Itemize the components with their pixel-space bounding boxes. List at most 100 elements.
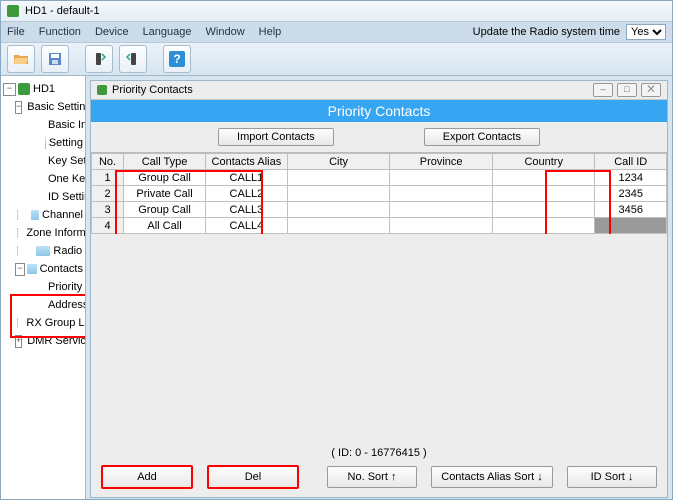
panel-actions: Import Contacts Export Contacts [91, 122, 667, 153]
add-button[interactable]: Add [101, 465, 193, 489]
collapse-icon[interactable]: − [15, 263, 25, 276]
contacts-grid[interactable]: No. Call Type Contacts Alias City Provin… [91, 153, 667, 234]
menu-function[interactable]: Function [39, 26, 81, 38]
no-sort-button[interactable]: No. Sort ↑ [327, 466, 417, 488]
help-button[interactable]: ? [163, 45, 191, 73]
id-sort-button[interactable]: ID Sort ↓ [567, 466, 657, 488]
cell-country[interactable] [492, 202, 595, 218]
cell-city[interactable] [287, 218, 390, 234]
tree-dmr-service[interactable]: +DMR Service [1, 332, 85, 350]
main-area: Priority Contacts – □ ⨉ Priority Contact… [86, 76, 672, 500]
col-country[interactable]: Country [492, 154, 595, 170]
cell-province[interactable] [390, 170, 493, 186]
tree-key-setting[interactable]: Key Setting [1, 152, 85, 170]
panel-icon [97, 85, 107, 95]
col-contacts-alias[interactable]: Contacts Alias [205, 154, 287, 170]
cell-no: 3 [92, 202, 124, 218]
tree-id-setting[interactable]: ID Setting [1, 188, 85, 206]
tree-basic-information[interactable]: Basic Information [1, 116, 85, 134]
menu-help[interactable]: Help [259, 26, 282, 38]
table-row[interactable]: 4All CallCALL4 [92, 218, 667, 234]
tree-basic-setting[interactable]: −Basic Setting [1, 98, 85, 116]
expand-icon[interactable]: + [15, 335, 22, 348]
read-radio-button[interactable] [85, 45, 113, 73]
cell-city[interactable] [287, 170, 390, 186]
cell-no: 1 [92, 170, 124, 186]
cell-alias[interactable]: CALL2 [205, 186, 287, 202]
menu-device[interactable]: Device [95, 26, 129, 38]
tree-root[interactable]: −HD1 [1, 80, 85, 98]
menu-window[interactable]: Window [206, 26, 245, 38]
save-button[interactable] [41, 45, 69, 73]
cell-call-type[interactable]: Private Call [124, 186, 206, 202]
id-range-label: ( ID: 0 - 16776415 ) [91, 447, 667, 459]
cell-call-id[interactable]: 3456 [595, 202, 667, 218]
col-call-type[interactable]: Call Type [124, 154, 206, 170]
cell-call-id[interactable] [595, 218, 667, 234]
cell-province[interactable] [390, 202, 493, 218]
write-radio-button[interactable] [119, 45, 147, 73]
update-time-label: Update the Radio system time [473, 26, 620, 38]
app-icon [7, 5, 19, 17]
cell-province[interactable] [390, 186, 493, 202]
app-window: HD1 - default-1 File Function Device Lan… [0, 0, 673, 500]
cell-country[interactable] [492, 170, 595, 186]
maximize-button[interactable]: □ [617, 83, 637, 97]
cell-call-id[interactable]: 1234 [595, 170, 667, 186]
tree-radio[interactable]: ┊Radio [1, 242, 85, 260]
minimize-button[interactable]: – [593, 83, 613, 97]
del-button[interactable]: Del [207, 465, 299, 489]
table-row[interactable]: 3Group CallCALL3 3456 [92, 202, 667, 218]
update-time-select[interactable]: Yes [626, 24, 666, 40]
toolbar: ? [1, 43, 672, 76]
collapse-icon[interactable]: − [15, 101, 22, 114]
menu-file[interactable]: File [7, 26, 25, 38]
tree-zone[interactable]: ┊Zone Information [1, 224, 85, 242]
tree-rx-group[interactable]: ┊RX Group Lists [1, 314, 85, 332]
alias-sort-button[interactable]: Contacts Alias Sort ↓ [431, 466, 553, 488]
radio-icon [18, 83, 30, 95]
cell-call-type[interactable]: Group Call [124, 170, 206, 186]
collapse-icon[interactable]: − [3, 83, 16, 96]
cell-call-id[interactable]: 2345 [595, 186, 667, 202]
tree-priority-contacts[interactable]: Priority Contacts [1, 278, 85, 296]
window-title: HD1 - default-1 [25, 5, 100, 17]
tree-channel[interactable]: ┊Channel [1, 206, 85, 224]
folder-icon [36, 246, 50, 256]
panel-titlebar: Priority Contacts – □ ⨉ [91, 81, 667, 100]
open-button[interactable] [7, 45, 35, 73]
cell-city[interactable] [287, 202, 390, 218]
panel-title: Priority Contacts [112, 84, 193, 96]
panel-footer: ( ID: 0 - 16776415 ) Add Del No. Sort ↑ … [91, 441, 667, 497]
col-no[interactable]: No. [92, 154, 124, 170]
cell-country[interactable] [492, 218, 595, 234]
tree-setting[interactable]: Setting [1, 134, 85, 152]
tree-contacts[interactable]: −Contacts [1, 260, 85, 278]
folder-icon [31, 210, 39, 220]
folder-icon [27, 264, 37, 274]
col-province[interactable]: Province [390, 154, 493, 170]
table-row[interactable]: 2Private CallCALL22345 [92, 186, 667, 202]
panel-header: Priority Contacts [91, 100, 667, 122]
col-call-id[interactable]: Call ID [595, 154, 667, 170]
cell-no: 4 [92, 218, 124, 234]
import-contacts-button[interactable]: Import Contacts [218, 128, 334, 146]
cell-alias[interactable]: CALL3 [205, 202, 287, 218]
cell-province[interactable] [390, 218, 493, 234]
cell-city[interactable] [287, 186, 390, 202]
close-button[interactable]: ⨉ [641, 83, 661, 97]
tree-address-book[interactable]: Address Book Co [1, 296, 85, 314]
tree-one-key-call[interactable]: One Key Call [1, 170, 85, 188]
cell-call-type[interactable]: Group Call [124, 202, 206, 218]
cell-call-type[interactable]: All Call [124, 218, 206, 234]
svg-text:?: ? [173, 52, 180, 66]
menu-language[interactable]: Language [143, 26, 192, 38]
table-row[interactable]: 1Group CallCALL1 1234 [92, 170, 667, 186]
menubar: File Function Device Language Window Hel… [1, 22, 672, 43]
export-contacts-button[interactable]: Export Contacts [424, 128, 540, 146]
titlebar: HD1 - default-1 [1, 1, 672, 22]
col-city[interactable]: City [287, 154, 390, 170]
cell-alias[interactable]: CALL1 [205, 170, 287, 186]
cell-country[interactable] [492, 186, 595, 202]
cell-alias[interactable]: CALL4 [205, 218, 287, 234]
